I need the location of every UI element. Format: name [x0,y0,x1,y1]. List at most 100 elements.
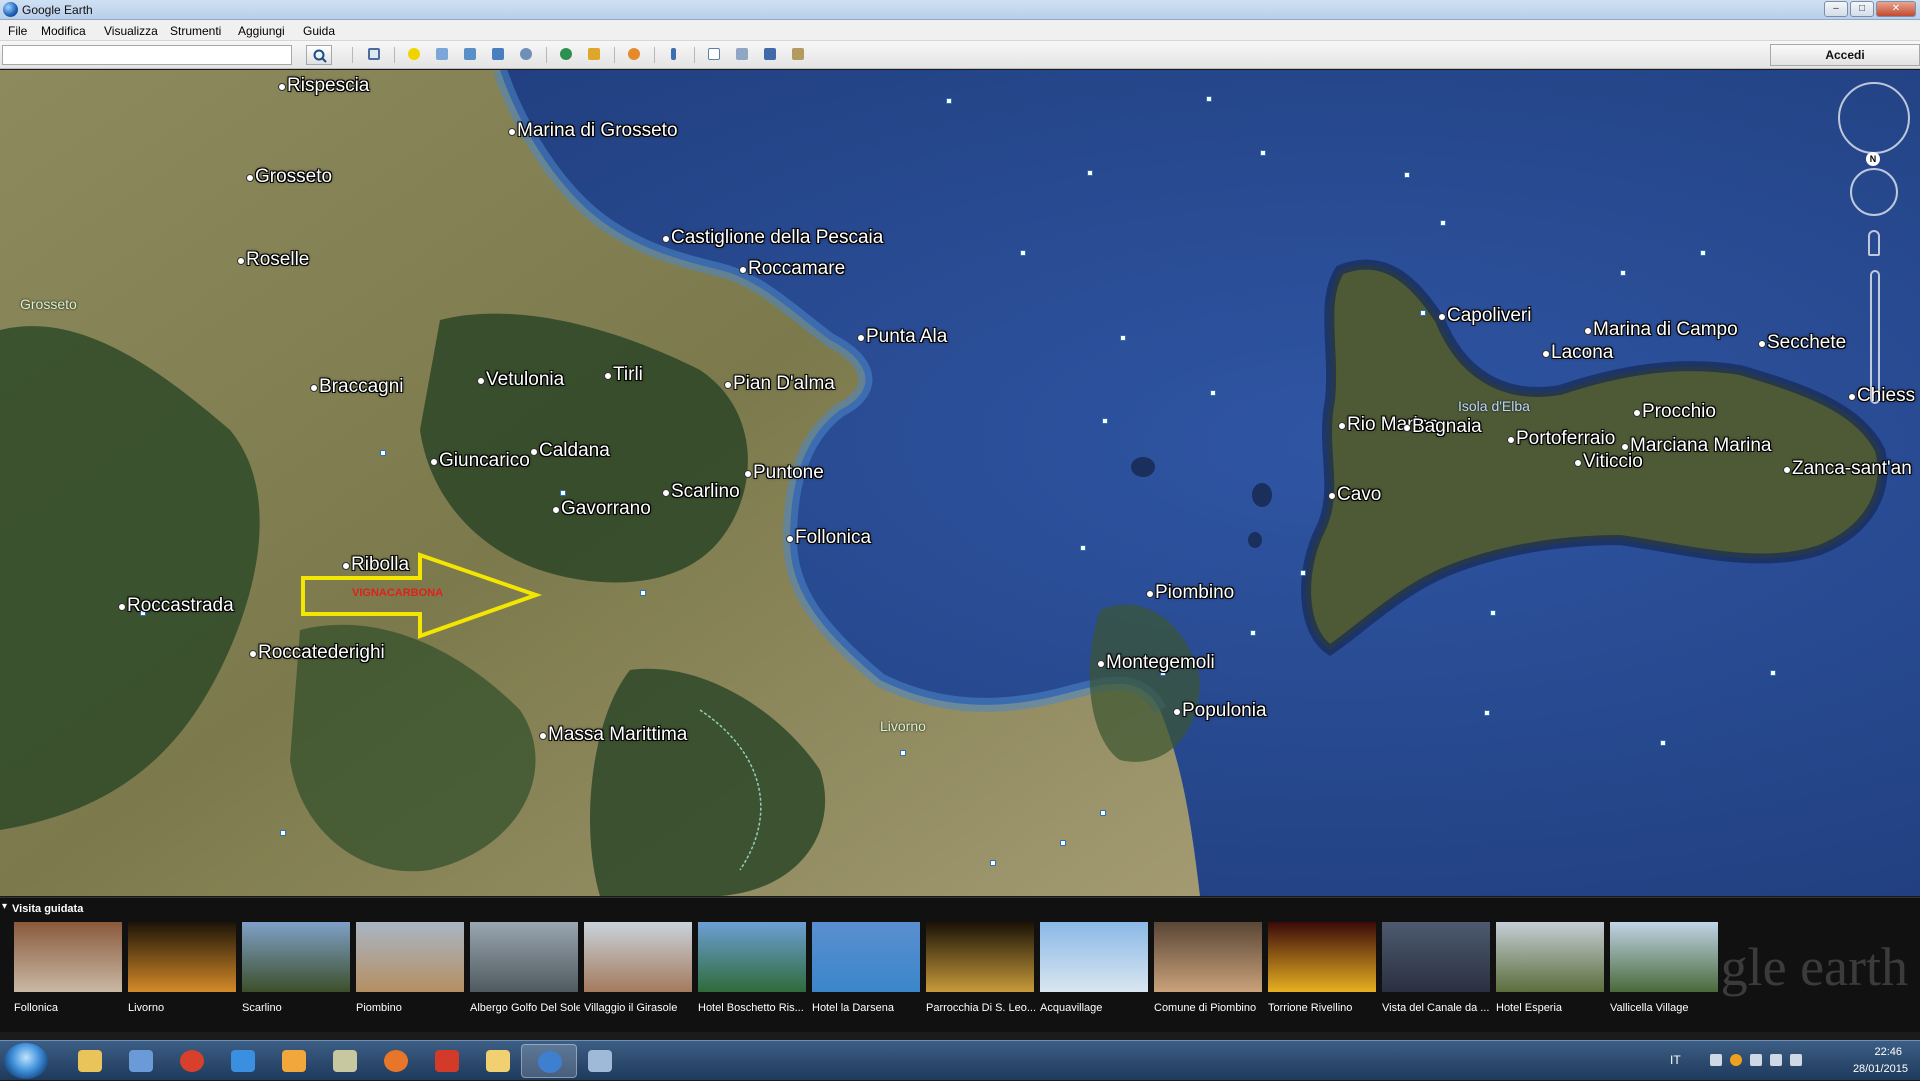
map-marker[interactable] [1206,96,1212,102]
tour-thumbnail[interactable]: Follonica [12,922,126,1022]
place-label[interactable]: Roccamare [738,258,845,280]
action-center-icon[interactable] [1750,1054,1762,1066]
ruler-icon[interactable] [664,46,684,64]
place-label[interactable]: Massa Marittima [538,724,687,746]
place-label[interactable]: Gavorrano [552,498,651,520]
language-indicator[interactable]: IT [1670,1053,1681,1067]
menu-file[interactable]: File [8,24,27,38]
map-marker[interactable] [1102,418,1108,424]
tour-thumbnail[interactable]: Hotel la Darsena [810,922,924,1022]
tour-thumbnail[interactable]: Livorno [126,922,240,1022]
place-label[interactable]: Lacona [1541,342,1613,364]
tour-thumbnail[interactable]: Albergo Golfo Del Sole [468,922,582,1022]
map-marker[interactable] [1020,250,1026,256]
place-label[interactable]: Bagnaia [1403,416,1482,438]
place-label[interactable]: Marina di Grosseto [508,120,678,142]
map-marker[interactable] [1060,840,1066,846]
map-marker[interactable] [1080,545,1086,551]
place-label[interactable]: Follonica [785,527,871,549]
map-marker[interactable] [1120,335,1126,341]
map-marker[interactable] [1260,150,1266,156]
archive-icon[interactable] [317,1044,373,1078]
tour-thumbnail[interactable]: Villaggio il Girasole [582,922,696,1022]
place-label[interactable]: Braccagni [310,376,404,398]
tour-thumbnail[interactable]: Scarlino [240,922,354,1022]
place-label[interactable]: Castiglione della Pescaia [661,227,883,249]
place-label[interactable]: Zanca-sant'an [1783,458,1912,480]
place-label[interactable]: Roccastrada [118,595,234,617]
firefox-icon[interactable] [368,1044,424,1078]
avast-icon[interactable] [1730,1054,1742,1066]
place-label[interactable]: Portoferraio [1506,428,1615,450]
zoom-slider[interactable] [1870,270,1880,404]
tour-thumbnail[interactable]: Piombino [354,922,468,1022]
place-label[interactable]: Procchio [1633,401,1716,423]
record-tour-icon[interactable] [516,46,536,64]
place-label[interactable]: Roccatederighi [249,642,385,664]
place-label[interactable]: Viticcio [1574,451,1643,473]
tour-thumbnail[interactable]: Torrione Rivellino [1266,922,1380,1022]
place-label[interactable]: Secchete [1757,332,1846,354]
place-label[interactable]: Scarlino [662,481,740,503]
place-label[interactable]: Marina di Campo [1584,319,1738,341]
placemark-icon[interactable] [404,46,424,64]
tour-thumbnail[interactable]: Parrocchia Di S. Leo... [924,922,1038,1022]
map-marker[interactable] [1440,220,1446,226]
place-label[interactable]: Tirli [604,364,643,386]
historical-imagery-icon[interactable] [556,46,576,64]
cc4-icon[interactable] [419,1044,475,1078]
menu-guida[interactable]: Guida [303,24,335,38]
sidebar-toggle-icon[interactable] [364,46,384,64]
media-icon[interactable] [113,1044,169,1078]
map-marker[interactable] [1660,740,1666,746]
place-label[interactable]: Giuncarico [430,450,530,472]
tour-thumbnail[interactable]: Hotel Esperia [1494,922,1608,1022]
start-button[interactable] [4,1043,48,1079]
path-icon[interactable] [460,46,480,64]
tour-thumbnail[interactable]: Vista del Canale da ... [1380,922,1494,1022]
map-marker[interactable] [1087,170,1093,176]
google-earth-icon[interactable] [521,1044,577,1078]
place-label[interactable]: Puntone [744,462,824,484]
maximize-button[interactable]: □ [1850,1,1874,17]
collapse-arrow-icon[interactable]: ▾ [2,901,7,912]
map-marker[interactable] [1250,630,1256,636]
map-marker[interactable] [560,490,566,496]
internet-explorer-icon[interactable] [215,1044,271,1078]
save-image-icon[interactable] [760,46,780,64]
place-label[interactable]: Punta Ala [856,326,947,348]
volume-icon[interactable] [1790,1054,1802,1066]
file-explorer-icon[interactable] [62,1044,118,1078]
signin-button[interactable]: Accedi [1770,44,1920,66]
show-hidden-icons-icon[interactable] [1710,1054,1722,1066]
place-label[interactable]: Caldana [530,440,610,462]
menu-aggiungi[interactable]: Aggiungi [238,24,285,38]
place-label[interactable]: Chiess [1847,385,1915,407]
menu-strumenti[interactable]: Strumenti [170,24,221,38]
map-marker[interactable] [1300,570,1306,576]
place-label[interactable]: Vetulonia [476,369,564,391]
map-marker[interactable] [380,450,386,456]
chrome-icon[interactable] [164,1044,220,1078]
tour-thumbnail[interactable]: Comune di Piombino [1152,922,1266,1022]
media-player-icon[interactable] [266,1044,322,1078]
menu-modifica[interactable]: Modifica [41,24,86,38]
image-overlay-icon[interactable] [488,46,508,64]
folder-icon[interactable] [470,1044,526,1078]
minimize-button[interactable]: – [1824,1,1848,17]
place-label[interactable]: Populonia [1173,700,1267,722]
place-label[interactable]: Capoliveri [1437,305,1531,327]
map-marker[interactable] [1210,390,1216,396]
place-label[interactable]: Ribolla [341,554,409,576]
north-indicator[interactable]: N [1866,152,1880,166]
place-label[interactable]: Cavo [1327,484,1381,506]
pegman-icon[interactable] [1868,230,1880,256]
map-marker[interactable] [1770,670,1776,676]
map-marker[interactable] [990,860,996,866]
tour-thumbnail[interactable]: Hotel Boschetto Ris... [696,922,810,1022]
close-button[interactable]: ✕ [1876,1,1916,17]
place-label[interactable]: Montegemoli [1097,652,1215,674]
map-view[interactable]: Rispescia Marina di Grosseto Grosseto Ca… [0,70,1920,896]
place-label[interactable]: Grosseto [245,166,332,188]
sunlight-icon[interactable] [584,46,604,64]
